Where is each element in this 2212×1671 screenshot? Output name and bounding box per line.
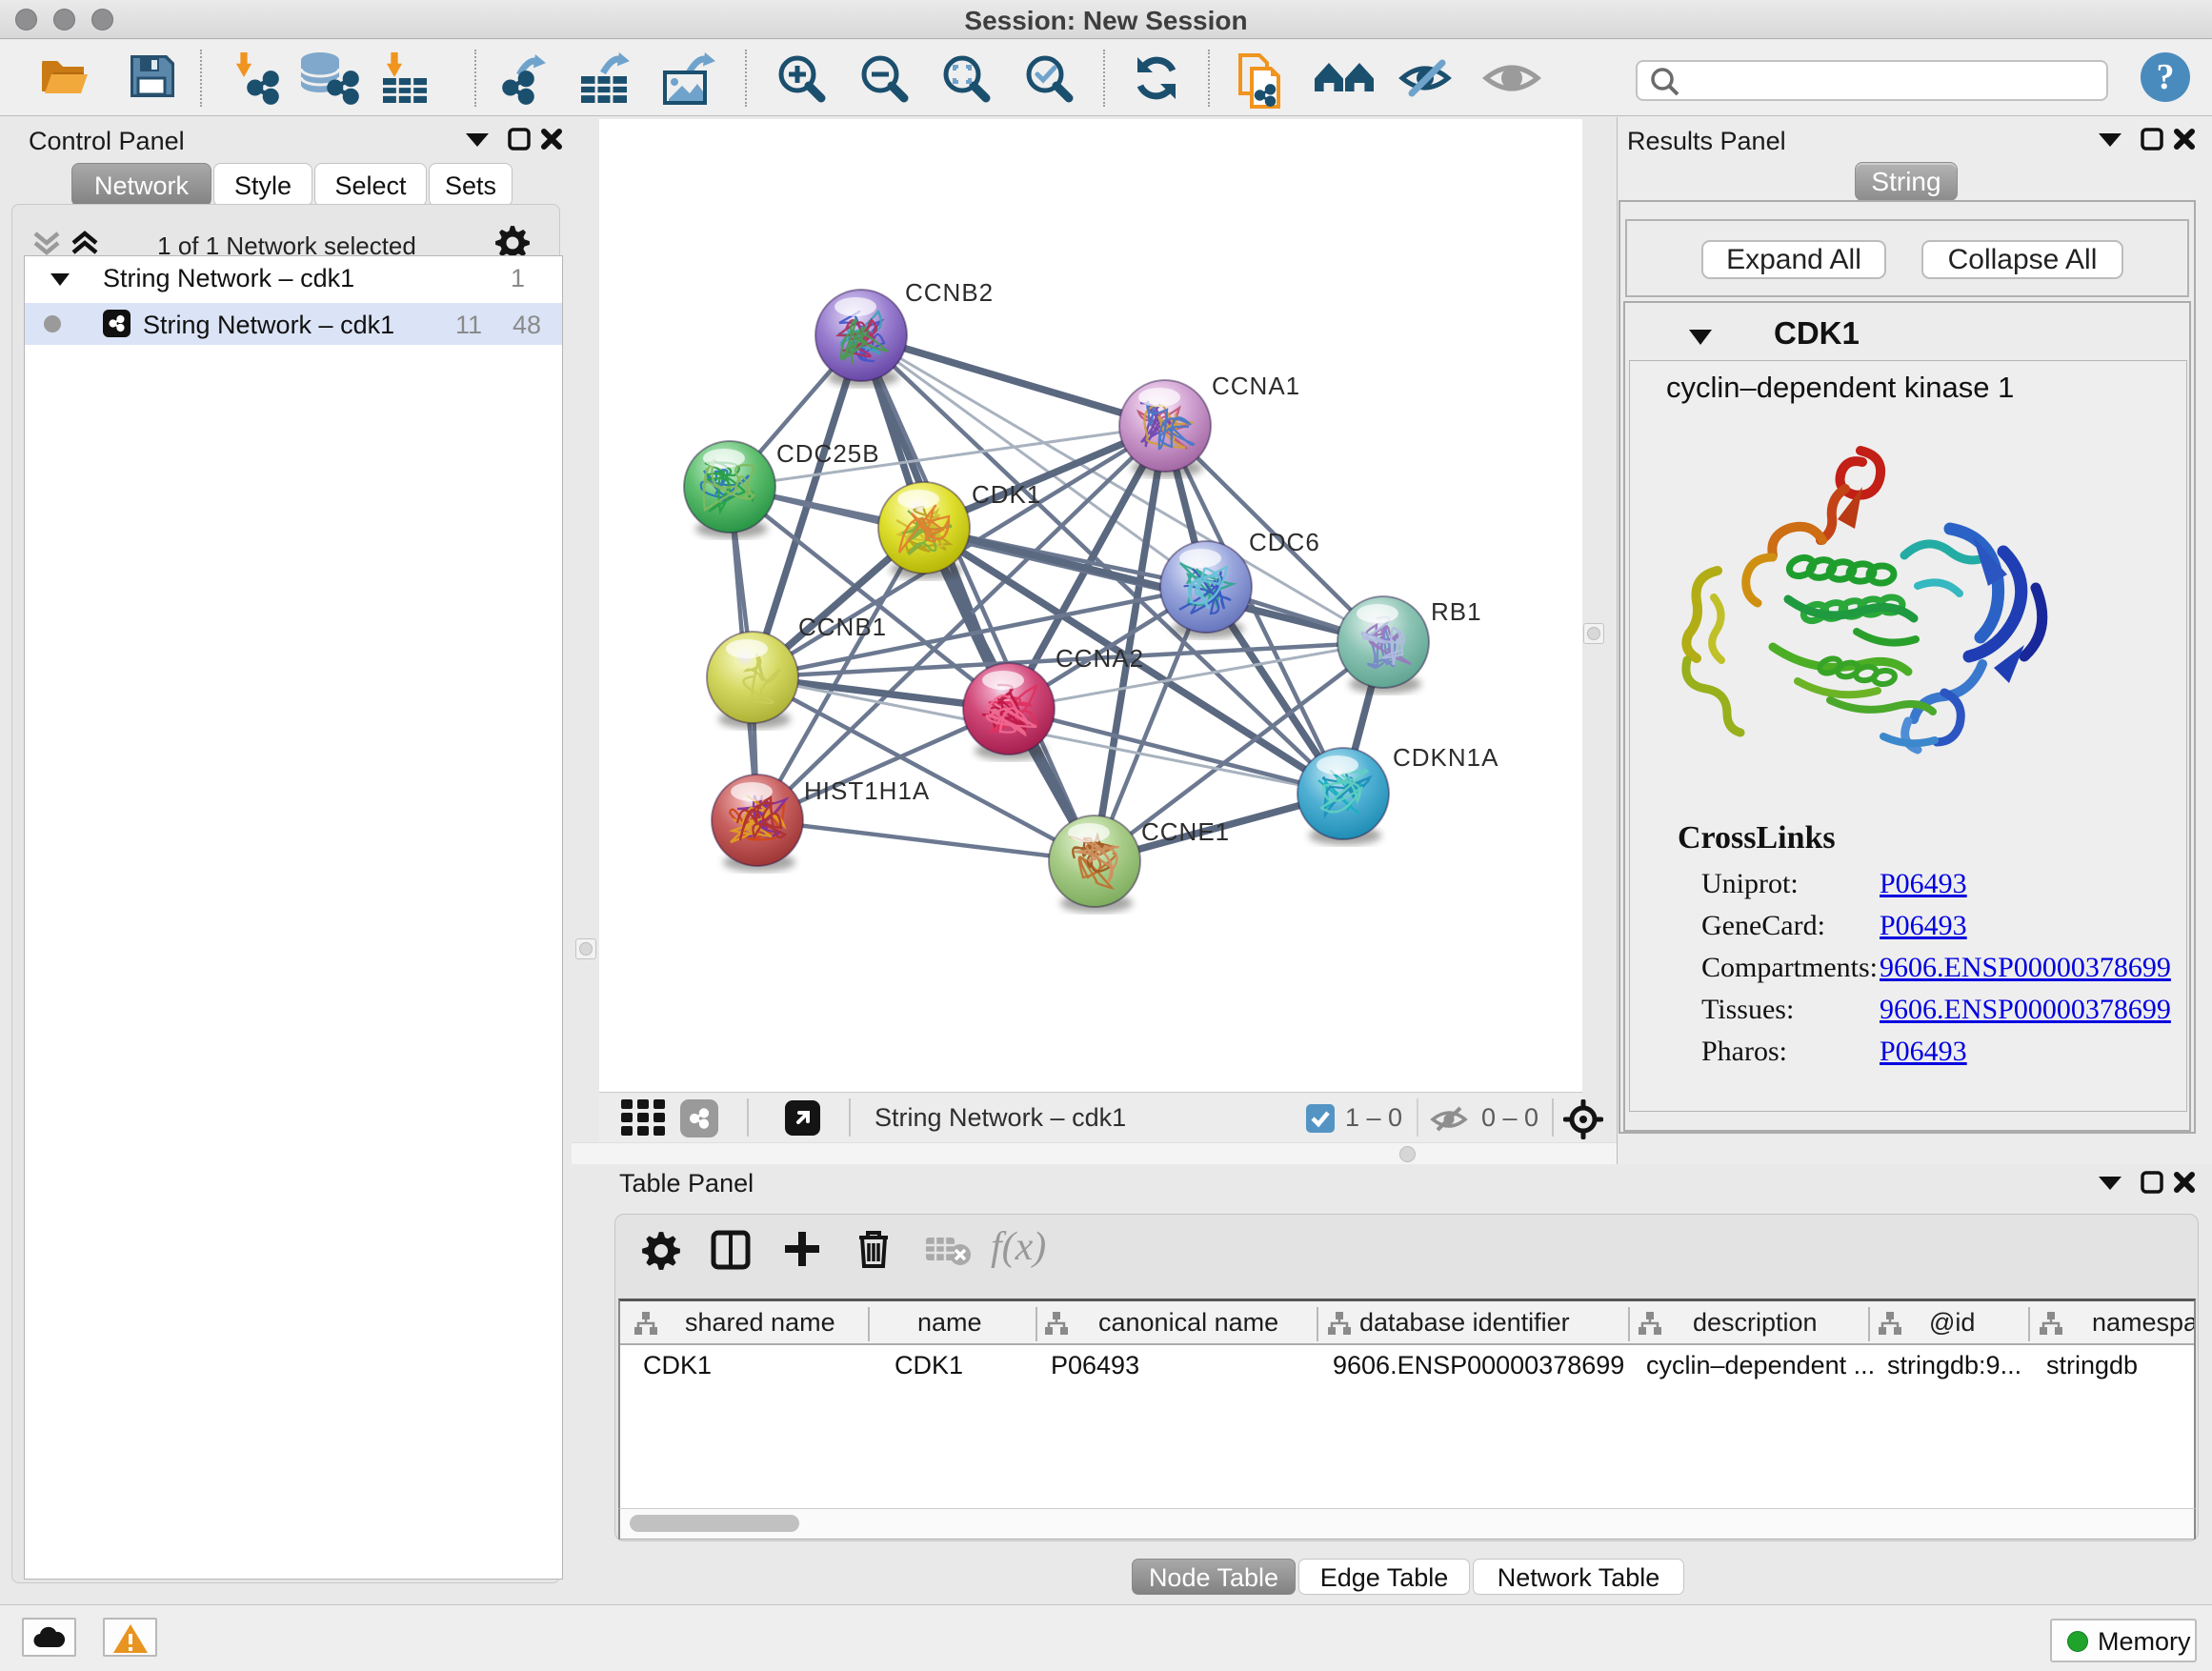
svg-text:?: ? — [2157, 57, 2175, 97]
